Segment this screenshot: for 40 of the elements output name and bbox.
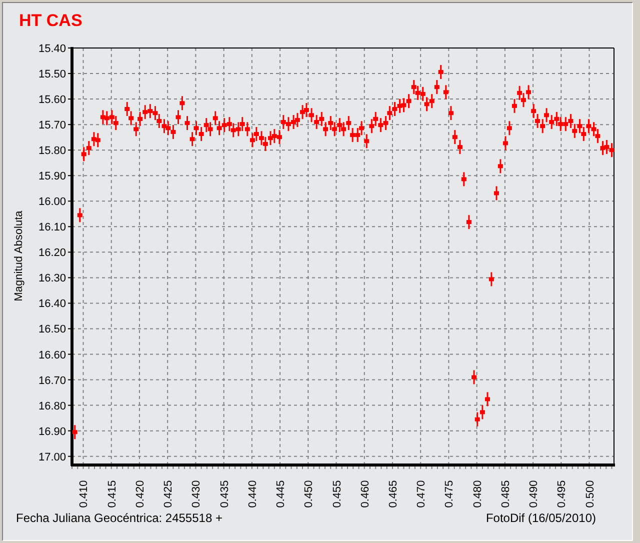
x-tick-label: 0.490 [528,480,540,508]
y-tick-label: 15.90 [38,170,66,183]
y-tick-label: 16.20 [38,247,66,260]
y-tick-label: 15.80 [38,145,66,158]
y-tick-label: 15.60 [38,94,66,106]
y-tick-label: 16.60 [38,349,66,362]
y-tick-label: 16.30 [38,272,66,285]
y-tick-label: 16.10 [38,222,66,234]
x-tick-label: 0.435 [218,480,231,508]
x-tick-label: 0.440 [246,480,259,508]
y-tick-label: 15.70 [38,120,66,132]
x-tick-label: 0.420 [134,480,146,508]
x-tick-label: 0.415 [106,480,118,508]
x-tick-label: 0.410 [78,480,90,508]
y-tick-label: 15.50 [38,68,66,81]
x-tick-label: 0.460 [359,480,372,508]
y-tick-label: 15.40 [38,43,66,55]
x-tick-label: 0.425 [162,480,175,508]
x-axis-label: Fecha Juliana Geocéntrica: 2455518 + [16,511,222,525]
x-tick-label: 0.470 [416,480,428,508]
y-tick-label: 16.80 [38,400,66,412]
y-tick-label: 16.40 [38,298,66,310]
y-axis-label: Magnitud Absoluta [13,210,25,302]
x-tick-label: 0.500 [584,480,596,508]
x-tick-label: 0.445 [275,480,288,508]
x-tick-label: 0.475 [444,480,456,508]
x-tick-label: 0.455 [331,480,344,508]
chart-title: HT CAS [19,11,82,30]
x-tick-label: 0.485 [500,480,512,508]
y-tick-label: 16.00 [38,196,66,208]
x-tick-label: 0.450 [303,480,316,508]
x-tick-label: 0.495 [556,480,568,508]
y-tick-label: 17.00 [38,451,66,464]
x-tick-label: 0.430 [190,480,203,508]
y-tick-label: 16.70 [38,374,66,387]
software-credit: FotoDif (16/05/2010) [486,511,596,525]
y-tick-label: 16.90 [38,426,66,438]
x-tick-label: 0.465 [387,480,400,508]
y-tick-label: 16.50 [38,324,66,336]
x-tick-label: 0.480 [472,480,484,508]
